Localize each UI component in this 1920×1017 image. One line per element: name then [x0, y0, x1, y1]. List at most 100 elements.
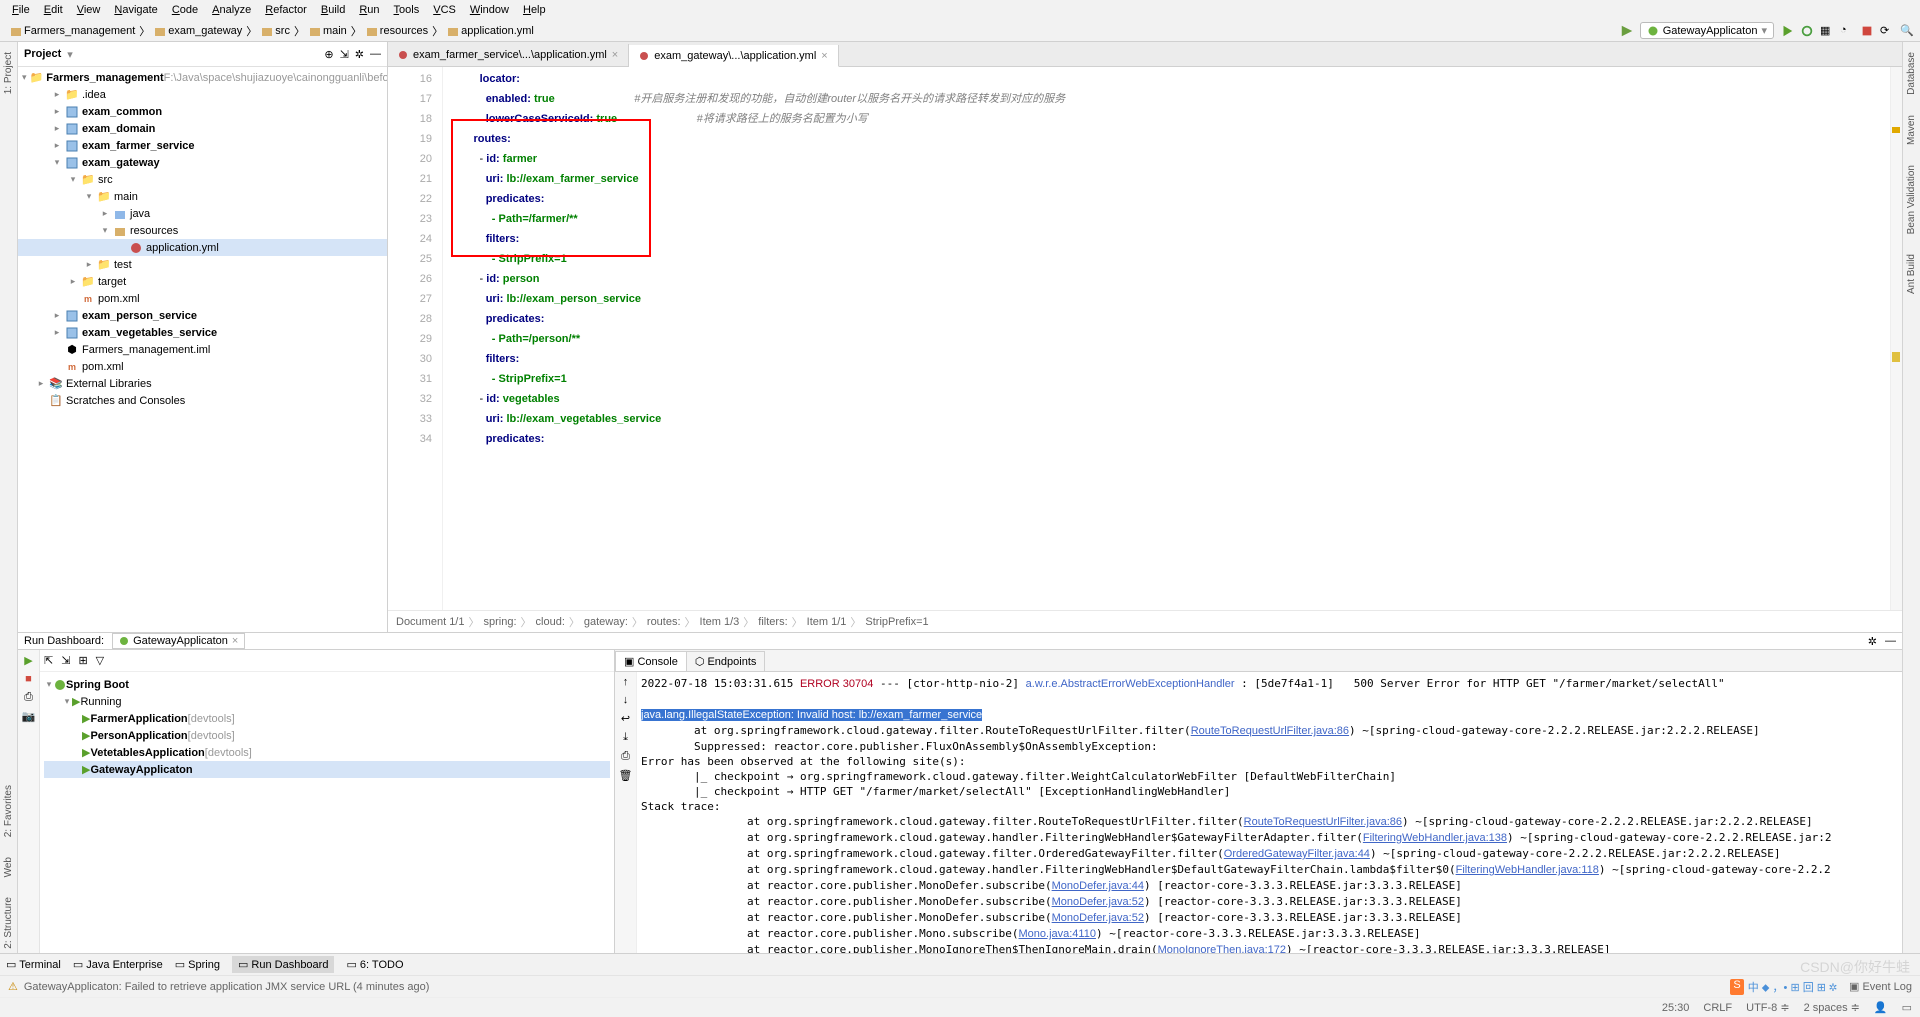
- menu-help[interactable]: Help: [517, 2, 552, 18]
- tree-node[interactable]: ▾resources: [18, 222, 387, 239]
- editor-tab[interactable]: exam_gateway\...\application.yml×: [629, 45, 838, 67]
- menu-navigate[interactable]: Navigate: [108, 2, 163, 18]
- run-dashboard-tree[interactable]: ▾ Spring Boot▾▶ Running▶ FarmerApplicati…: [40, 672, 614, 953]
- search-everywhere-icon[interactable]: 🔍: [1900, 24, 1914, 38]
- tree-node[interactable]: ▸exam_vegetables_service: [18, 324, 387, 341]
- tree-node[interactable]: ▸exam_common: [18, 103, 387, 120]
- coverage-icon[interactable]: ▦: [1820, 24, 1834, 38]
- editor-crumb[interactable]: cloud:: [536, 616, 565, 628]
- breadcrumb-item[interactable]: src: [257, 25, 294, 37]
- menu-file[interactable]: File: [6, 2, 36, 18]
- console-output[interactable]: 2022-07-18 15:03:31.615 ERROR 30704 --- …: [637, 672, 1902, 953]
- editor-crumb[interactable]: gateway:: [584, 616, 628, 628]
- menu-build[interactable]: Build: [315, 2, 351, 18]
- memory-icon[interactable]: ▭: [1902, 1001, 1912, 1014]
- maven-tool-tab[interactable]: Maven: [1904, 111, 1919, 149]
- editor-tab[interactable]: exam_farmer_service\...\application.yml×: [388, 44, 629, 66]
- editor-breadcrumb[interactable]: Document 1/1〉spring:〉cloud:〉gateway:〉rou…: [388, 610, 1902, 632]
- console-tab-console[interactable]: ▣ Console: [615, 651, 687, 671]
- editor-crumb[interactable]: Item 1/1: [807, 616, 847, 628]
- rd-app[interactable]: ▶ FarmerApplication [devtools]: [44, 710, 610, 727]
- bottom-tab[interactable]: ▭ Run Dashboard: [232, 956, 335, 973]
- menu-edit[interactable]: Edit: [38, 2, 69, 18]
- rd-group[interactable]: ▾▶ Running: [44, 693, 610, 710]
- minimize-icon[interactable]: —: [1885, 635, 1896, 647]
- collapse-icon[interactable]: ⇲: [340, 48, 349, 61]
- tree-node[interactable]: ▾📁src: [18, 171, 387, 188]
- tree-node[interactable]: ▸📁test: [18, 256, 387, 273]
- clear-icon[interactable]: 🗑: [619, 769, 633, 782]
- bottom-tab[interactable]: ▭ Java Enterprise: [73, 958, 163, 971]
- event-log-button[interactable]: ▣ Event Log: [1849, 980, 1912, 993]
- menu-refactor[interactable]: Refactor: [259, 2, 313, 18]
- bottom-tab[interactable]: ▭ Terminal: [6, 958, 61, 971]
- rerun-icon[interactable]: ▶: [24, 654, 32, 667]
- database-tool-tab[interactable]: Database: [1904, 48, 1919, 99]
- code-editor[interactable]: 16171819202122232425262728293031323334 l…: [388, 67, 1902, 610]
- locate-icon[interactable]: ⊕: [324, 48, 333, 61]
- rd-app[interactable]: ▶ PersonApplication [devtools]: [44, 727, 610, 744]
- project-tree[interactable]: ▾📁Farmers_management F:\Java\space\shuji…: [18, 67, 387, 632]
- rd-root[interactable]: ▾ Spring Boot: [44, 676, 610, 693]
- dump-icon[interactable]: ⎙: [24, 691, 33, 704]
- tree-node[interactable]: ⬢Farmers_management.iml: [18, 341, 387, 358]
- menu-view[interactable]: View: [71, 2, 107, 18]
- editor-crumb[interactable]: Document 1/1: [396, 616, 464, 628]
- tree-node[interactable]: ▸📁.idea: [18, 86, 387, 103]
- settings-icon[interactable]: ✲: [355, 48, 364, 61]
- tree-node[interactable]: ▸📚External Libraries: [18, 375, 387, 392]
- tree-node[interactable]: mpom.xml: [18, 290, 387, 307]
- editor-crumb[interactable]: Item 1/3: [700, 616, 740, 628]
- print-icon[interactable]: ⎙: [621, 750, 630, 763]
- bottom-tab[interactable]: ▭ Spring: [175, 958, 220, 971]
- rd-app[interactable]: ▶ GatewayApplicaton: [44, 761, 610, 778]
- camera-icon[interactable]: 📷: [22, 710, 36, 723]
- tree-node[interactable]: ▾exam_gateway: [18, 154, 387, 171]
- profile-icon[interactable]: ◔: [1840, 24, 1854, 38]
- file-encoding[interactable]: UTF-8 ≑: [1746, 1001, 1789, 1014]
- editor-crumb[interactable]: spring:: [483, 616, 516, 628]
- menu-code[interactable]: Code: [166, 2, 204, 18]
- tree-node[interactable]: application.yml: [18, 239, 387, 256]
- editor-crumb[interactable]: filters:: [758, 616, 787, 628]
- project-tool-tab[interactable]: 1: Project: [1, 48, 16, 98]
- tree-node[interactable]: ▾📁main: [18, 188, 387, 205]
- ant-build-tool-tab[interactable]: Ant Build: [1904, 250, 1919, 298]
- bean-validation-tool-tab[interactable]: Bean Validation: [1904, 161, 1919, 238]
- console-tab-endpoints[interactable]: ⬡ Endpoints: [686, 651, 766, 671]
- breadcrumb-item[interactable]: exam_gateway: [150, 25, 246, 37]
- tree-node[interactable]: ▸java: [18, 205, 387, 222]
- breadcrumb-item[interactable]: main: [305, 25, 351, 37]
- structure-tool-tab[interactable]: 2: Structure: [1, 893, 16, 953]
- gear-icon[interactable]: ✲: [1868, 635, 1877, 648]
- stop-icon[interactable]: [1860, 24, 1874, 38]
- scroll-end-icon[interactable]: ⤓: [623, 731, 628, 744]
- tree-node[interactable]: 📋Scratches and Consoles: [18, 392, 387, 409]
- debug-icon[interactable]: [1800, 24, 1814, 38]
- favorites-tool-tab[interactable]: 2: Favorites: [1, 781, 16, 841]
- breadcrumb-item[interactable]: application.yml: [443, 25, 538, 37]
- menu-analyze[interactable]: Analyze: [206, 2, 257, 18]
- editor-crumb[interactable]: StripPrefix=1: [865, 616, 928, 628]
- hide-icon[interactable]: —: [370, 48, 381, 60]
- scroll-down-icon[interactable]: ↓: [623, 694, 629, 706]
- web-tool-tab[interactable]: Web: [1, 853, 16, 881]
- tree-node[interactable]: ▸exam_domain: [18, 120, 387, 137]
- build-icon[interactable]: [1620, 24, 1634, 38]
- indent-setting[interactable]: 2 spaces ≑: [1804, 1001, 1860, 1014]
- scroll-up-icon[interactable]: ↑: [623, 676, 629, 688]
- group-icon[interactable]: ⊞: [78, 654, 87, 667]
- menu-vcs[interactable]: VCS: [427, 2, 462, 18]
- rd-app[interactable]: ▶ VetetablesApplication [devtools]: [44, 744, 610, 761]
- tree-node[interactable]: ▸exam_farmer_service: [18, 137, 387, 154]
- filter-icon[interactable]: ▽: [96, 654, 104, 667]
- collapse-all-icon[interactable]: ⇲: [61, 654, 70, 667]
- soft-wrap-icon[interactable]: ↩: [621, 712, 630, 725]
- inspection-icon[interactable]: 👤: [1874, 1001, 1888, 1014]
- tree-node[interactable]: ▸📁target: [18, 273, 387, 290]
- run-icon[interactable]: [1780, 24, 1794, 38]
- menu-window[interactable]: Window: [464, 2, 515, 18]
- tree-node[interactable]: ▸exam_person_service: [18, 307, 387, 324]
- update-icon[interactable]: ⟳: [1880, 24, 1894, 38]
- tree-root[interactable]: ▾📁Farmers_management F:\Java\space\shuji…: [18, 69, 387, 86]
